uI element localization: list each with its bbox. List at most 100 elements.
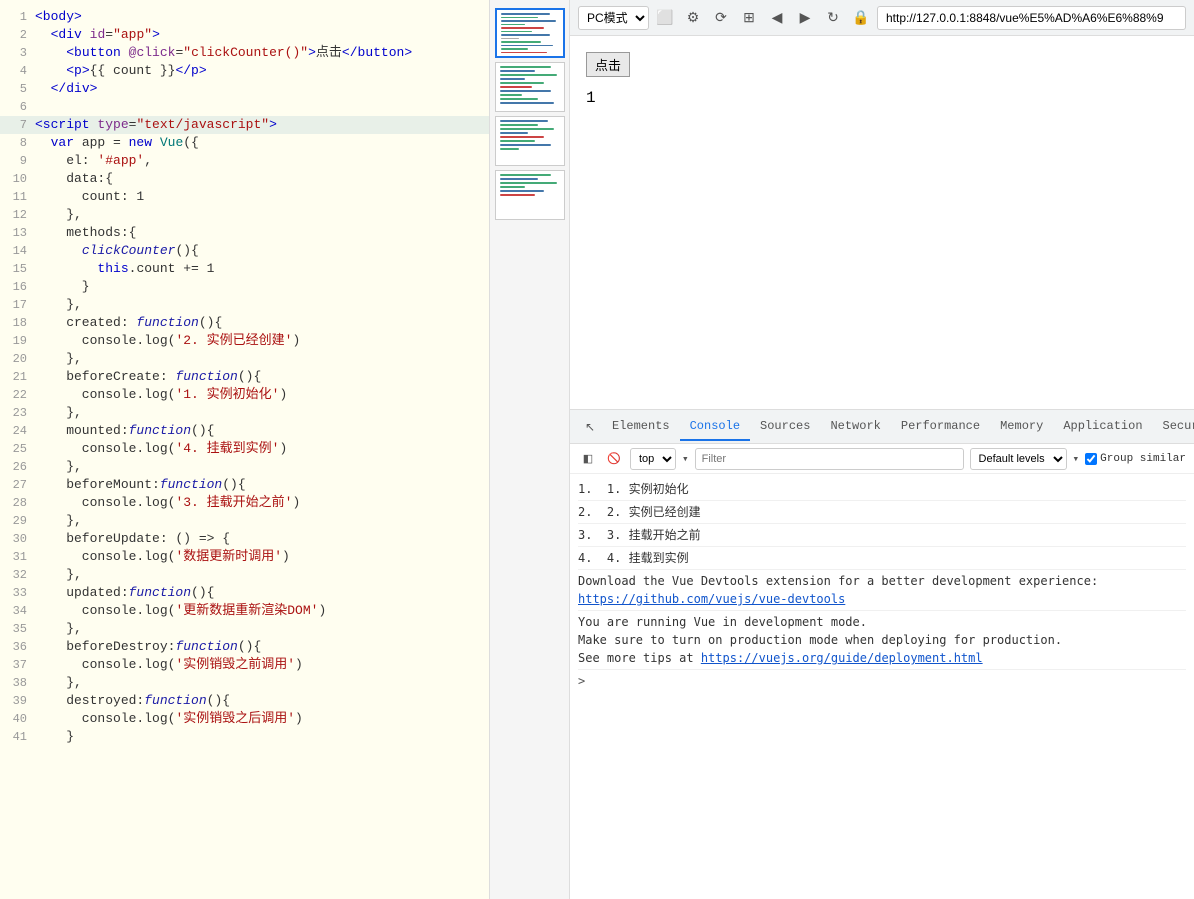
code-line-29: 29 }, [0, 512, 489, 530]
line-code: beforeDestroy:function(){ [35, 638, 489, 656]
line-number: 9 [0, 152, 35, 170]
devtools-panel: ↖ Elements Console Sources Network Perfo… [570, 409, 1194, 899]
secure-btn[interactable]: 🔒 [849, 6, 873, 30]
line-number: 14 [0, 242, 35, 260]
thumbnail-2[interactable] [495, 62, 565, 112]
line-number: 32 [0, 566, 35, 584]
line-code: this.count += 1 [35, 260, 489, 278]
code-line-37: 37 console.log('实例销毁之前调用') [0, 656, 489, 674]
code-line-32: 32 }, [0, 566, 489, 584]
tab-performance[interactable]: Performance [891, 413, 990, 441]
line-code: beforeMount:function(){ [35, 476, 489, 494]
line-number: 4 [0, 62, 35, 80]
line-code: el: '#app', [35, 152, 489, 170]
line-code: created: function(){ [35, 314, 489, 332]
line-number: 41 [0, 728, 35, 746]
line-code: }, [35, 206, 489, 224]
line-code: }, [35, 674, 489, 692]
code-line-30: 30 beforeUpdate: () => { [0, 530, 489, 548]
thumbnail-panel [490, 0, 570, 899]
default-levels-select[interactable]: Default levels [970, 448, 1067, 470]
line-number: 12 [0, 206, 35, 224]
context-select[interactable]: top [630, 448, 676, 470]
line-number: 35 [0, 620, 35, 638]
code-line-1: 1<body> [0, 8, 489, 26]
line-number: 19 [0, 332, 35, 350]
tab-console[interactable]: Console [680, 413, 750, 441]
code-line-17: 17 }, [0, 296, 489, 314]
line-code: }, [35, 512, 489, 530]
filter-input[interactable] [695, 448, 964, 470]
line-number: 24 [0, 422, 35, 440]
line-number: 38 [0, 674, 35, 692]
line-code [35, 98, 489, 116]
line-number: 17 [0, 296, 35, 314]
device-select[interactable]: PC模式 [578, 6, 649, 30]
code-line-23: 23 }, [0, 404, 489, 422]
line-number: 37 [0, 656, 35, 674]
code-line-10: 10 data:{ [0, 170, 489, 188]
code-line-14: 14 clickCounter(){ [0, 242, 489, 260]
line-number: 30 [0, 530, 35, 548]
browser-toolbar: PC模式 ⬜ ⚙ ⟳ ⊞ ◀ ▶ ↻ 🔒 [570, 0, 1194, 36]
vue-mode-msg: You are running Vue in development mode.… [578, 611, 1186, 670]
line-code: count: 1 [35, 188, 489, 206]
line-number: 7 [0, 116, 35, 134]
browser-devtools-panel: PC模式 ⬜ ⚙ ⟳ ⊞ ◀ ▶ ↻ 🔒 点击 1 ↖ Elements Con… [570, 0, 1194, 899]
line-code: <button @click="clickCounter()">点击</butt… [35, 44, 489, 62]
console-prompt[interactable] [578, 674, 1186, 688]
console-msg-2: 2. 2. 实例已经创建 [578, 501, 1186, 524]
forward-btn[interactable]: ▶ [793, 6, 817, 30]
code-line-38: 38 }, [0, 674, 489, 692]
tab-memory[interactable]: Memory [990, 413, 1053, 441]
line-number: 3 [0, 44, 35, 62]
fullscreen-btn[interactable]: ⊞ [737, 6, 761, 30]
thumbnail-1[interactable] [495, 8, 565, 58]
levels-dropdown-arrow[interactable]: ▾ [1073, 452, 1080, 466]
line-number: 22 [0, 386, 35, 404]
line-code: beforeCreate: function(){ [35, 368, 489, 386]
tab-security[interactable]: Security [1153, 413, 1194, 441]
thumbnail-4[interactable] [495, 170, 565, 220]
line-number: 18 [0, 314, 35, 332]
vue-guide-link[interactable]: https://vuejs.org/guide/deployment.html [701, 651, 983, 665]
page-click-button[interactable]: 点击 [586, 52, 630, 77]
group-similar-label[interactable]: Group similar [1085, 453, 1186, 465]
context-dropdown-arrow[interactable]: ▾ [682, 452, 689, 466]
tab-elements[interactable]: Elements [602, 413, 680, 441]
console-clear-btn[interactable]: 🚫 [604, 449, 624, 469]
page-count: 1 [586, 89, 1178, 107]
line-code: console.log('数据更新时调用') [35, 548, 489, 566]
line-number: 26 [0, 458, 35, 476]
line-number: 31 [0, 548, 35, 566]
console-sidebar-btn[interactable]: ◧ [578, 449, 598, 469]
settings-btn[interactable]: ⚙ [681, 6, 705, 30]
line-code: } [35, 728, 489, 746]
code-line-7: 7<script type="text/javascript"> [0, 116, 489, 134]
code-line-36: 36 beforeDestroy:function(){ [0, 638, 489, 656]
tab-network[interactable]: Network [820, 413, 890, 441]
console-msg-4: 4. 4. 挂载到实例 [578, 547, 1186, 570]
screenshot-btn[interactable]: ⬜ [653, 6, 677, 30]
vue-devtools-link[interactable]: https://github.com/vuejs/vue-devtools [578, 592, 845, 606]
tab-application[interactable]: Application [1053, 413, 1152, 441]
back-btn[interactable]: ◀ [765, 6, 789, 30]
code-line-9: 9 el: '#app', [0, 152, 489, 170]
refresh-btn[interactable]: ↻ [821, 6, 845, 30]
code-line-11: 11 count: 1 [0, 188, 489, 206]
code-line-25: 25 console.log('4. 挂载到实例') [0, 440, 489, 458]
group-similar-checkbox[interactable] [1085, 453, 1097, 465]
address-bar[interactable] [877, 6, 1186, 30]
thumbnail-3[interactable] [495, 116, 565, 166]
rotate-btn[interactable]: ⟳ [709, 6, 733, 30]
code-line-15: 15 this.count += 1 [0, 260, 489, 278]
devtools-inspect-btn[interactable]: ↖ [578, 415, 602, 439]
tab-sources[interactable]: Sources [750, 413, 820, 441]
line-code: } [35, 278, 489, 296]
line-code: console.log('4. 挂载到实例') [35, 440, 489, 458]
code-line-12: 12 }, [0, 206, 489, 224]
code-line-33: 33 updated:function(){ [0, 584, 489, 602]
line-code: console.log('1. 实例初始化') [35, 386, 489, 404]
line-number: 28 [0, 494, 35, 512]
line-number: 23 [0, 404, 35, 422]
